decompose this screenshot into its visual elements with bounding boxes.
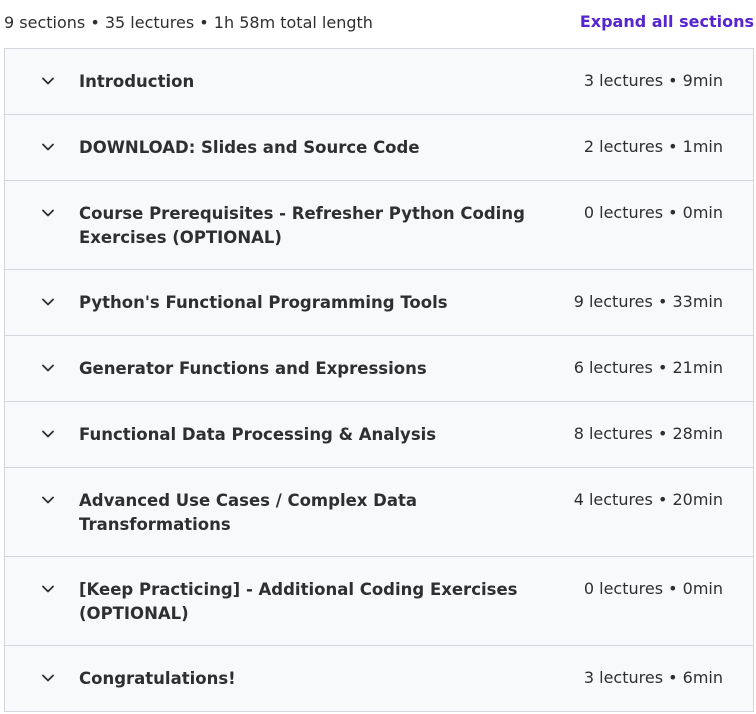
chevron-down-icon — [41, 136, 55, 158]
section-keep-practicing[interactable]: [Keep Practicing] - Additional Coding Ex… — [5, 557, 753, 646]
section-title: Python's Functional Programming Tools — [79, 293, 448, 312]
section-meta: 0 lectures • 0min — [583, 203, 723, 222]
section-download-slides[interactable]: DOWNLOAD: Slides and Source Code 2 lectu… — [5, 115, 753, 181]
section-functional-data-processing[interactable]: Functional Data Processing & Analysis 8 … — [5, 402, 753, 468]
section-list: Introduction 3 lectures • 9min DOWNLOAD:… — [4, 48, 754, 712]
section-course-prerequisites[interactable]: Course Prerequisites - Refresher Python … — [5, 181, 753, 270]
chevron-down-icon — [41, 357, 55, 379]
section-functional-programming-tools[interactable]: Python's Functional Programming Tools 9 … — [5, 270, 753, 336]
section-congratulations[interactable]: Congratulations! 3 lectures • 6min — [5, 646, 753, 712]
section-title: Advanced Use Cases / Complex Data Transf… — [79, 491, 418, 534]
section-generator-functions[interactable]: Generator Functions and Expressions 6 le… — [5, 336, 753, 402]
section-title: Introduction — [79, 72, 195, 91]
section-meta: 9 lectures • 33min — [573, 292, 723, 311]
expand-all-sections-button[interactable]: Expand all sections — [580, 11, 754, 33]
section-meta: 4 lectures • 20min — [573, 490, 723, 509]
section-title: Course Prerequisites - Refresher Python … — [79, 204, 525, 247]
section-title: Generator Functions and Expressions — [79, 359, 427, 378]
section-advanced-use-cases[interactable]: Advanced Use Cases / Complex Data Transf… — [5, 468, 753, 557]
section-title: Functional Data Processing & Analysis — [79, 425, 437, 444]
section-meta: 3 lectures • 9min — [583, 71, 723, 90]
chevron-down-icon — [41, 667, 55, 689]
chevron-down-icon — [41, 291, 55, 313]
section-meta: 3 lectures • 6min — [583, 668, 723, 687]
section-title: Congratulations! — [79, 669, 236, 688]
curriculum-header: 9 sections • 35 lectures • 1h 58m total … — [0, 0, 756, 48]
chevron-down-icon — [41, 578, 55, 600]
section-introduction[interactable]: Introduction 3 lectures • 9min — [5, 49, 753, 115]
section-title: [Keep Practicing] - Additional Coding Ex… — [79, 580, 518, 623]
chevron-down-icon — [41, 70, 55, 92]
chevron-down-icon — [41, 202, 55, 224]
curriculum-summary: 9 sections • 35 lectures • 1h 58m total … — [4, 13, 373, 32]
chevron-down-icon — [41, 423, 55, 445]
section-meta: 6 lectures • 21min — [573, 358, 723, 377]
section-title: DOWNLOAD: Slides and Source Code — [79, 138, 420, 157]
section-meta: 2 lectures • 1min — [583, 137, 723, 156]
chevron-down-icon — [41, 489, 55, 511]
section-meta: 0 lectures • 0min — [583, 579, 723, 598]
section-meta: 8 lectures • 28min — [573, 424, 723, 443]
